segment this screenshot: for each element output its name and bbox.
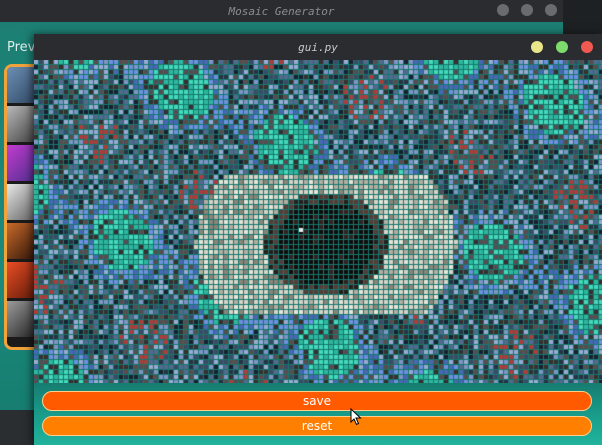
back-window-footer [0,410,34,445]
front-window-title: gui.py [298,40,338,54]
front-window-body: save reset [34,60,602,445]
reset-button[interactable]: reset [42,416,592,436]
front-window-controls [531,41,593,53]
gui-window: gui.py save reset [34,34,602,445]
mouse-cursor-icon [350,408,362,426]
button-panel: save reset [34,383,602,445]
save-button[interactable]: save [42,391,592,411]
back-minimize-icon[interactable] [497,4,509,16]
minimize-icon[interactable] [531,41,543,53]
mosaic-image [34,60,602,383]
back-titlebar[interactable]: Mosaic Generator [0,0,563,22]
back-close-icon[interactable] [545,4,557,16]
close-icon[interactable] [581,41,593,53]
back-window-controls [497,4,557,16]
back-maximize-icon[interactable] [521,4,533,16]
maximize-icon[interactable] [556,41,568,53]
back-window-title: Mosaic Generator [228,4,335,18]
front-titlebar[interactable]: gui.py [34,34,602,60]
